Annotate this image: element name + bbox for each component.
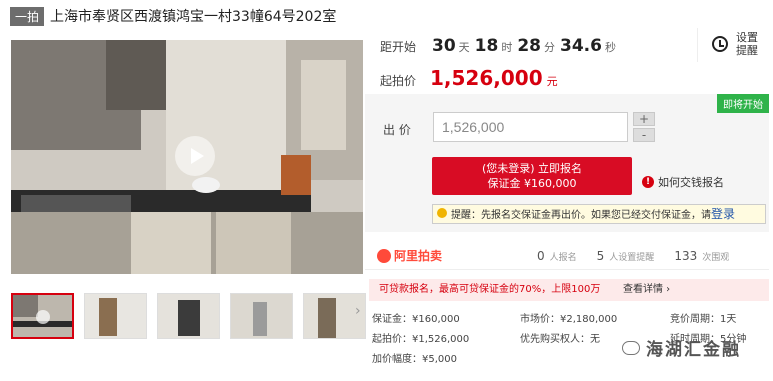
increase-bid-button[interactable]: + xyxy=(633,112,655,126)
views-count: 133 xyxy=(674,248,698,263)
logo-text: 阿里拍卖 xyxy=(394,249,443,263)
countdown: 距开始 30 天 18 时 28 分 34.6 秒 xyxy=(380,36,621,58)
starting-price-unit: 元 xyxy=(546,75,558,88)
countdown-days-unit: 天 xyxy=(458,41,470,54)
views-label: 次围观 xyxy=(702,252,730,263)
auction-round-badge: 一拍 xyxy=(10,6,45,26)
countdown-minutes: 28 xyxy=(517,36,542,56)
deposit-info: 保证金：¥160,000 xyxy=(372,314,460,325)
thumbnail-2[interactable] xyxy=(84,293,147,339)
lightbulb-icon xyxy=(437,208,447,218)
page-title: 上海市奉贤区西渡镇鸿宝一村33幢64号202室 xyxy=(50,9,337,25)
status-badge: 即将开始 xyxy=(717,94,769,113)
signup-button-line-2: 保证金 ¥160,000 xyxy=(487,177,577,190)
thumbnail-image xyxy=(85,294,146,338)
stats-bar: 阿里拍卖 0 人报名 5 人设置提醒 133 次围观 xyxy=(365,242,769,270)
thumbnail-1[interactable] xyxy=(11,293,74,339)
starting-price: 起拍价 1,526,000 元 xyxy=(380,66,558,90)
watermark-text: 海湖汇金融 xyxy=(646,340,741,360)
decrease-bid-button[interactable]: - xyxy=(633,128,655,142)
title-bar: 一拍 上海市奉贤区西渡镇鸿宝一村33幢64号202室 xyxy=(10,6,336,26)
views-stat: 133 次围观 xyxy=(674,249,729,263)
countdown-seconds-unit: 秒 xyxy=(604,41,616,54)
alarm-clock-icon xyxy=(712,36,728,52)
watermark: 海湖汇金融 xyxy=(622,335,741,360)
login-link[interactable]: 登录 xyxy=(711,207,735,221)
set-reminder-button[interactable]: 设置 提醒 xyxy=(697,28,767,62)
reminders-stat: 5 人设置提醒 xyxy=(597,249,655,263)
how-to-pay-text: 如何交钱报名 xyxy=(658,176,724,189)
countdown-minutes-unit: 分 xyxy=(544,41,556,54)
increment-info: 加价幅度：¥5,000 xyxy=(372,354,457,365)
property-photo[interactable] xyxy=(11,40,363,274)
bid-amount-input[interactable] xyxy=(433,112,628,142)
loan-notice: 可贷款报名，最高可贷保证金的70%，上限100万 查看详情 › xyxy=(369,279,769,301)
thumbnail-4[interactable] xyxy=(230,293,293,339)
reminder-line-1: 设置 xyxy=(736,31,758,44)
play-icon xyxy=(190,148,204,164)
ali-auction-icon xyxy=(377,248,391,263)
reminder-label: 设置 提醒 xyxy=(736,31,758,57)
countdown-label: 距开始 xyxy=(380,40,417,54)
start-price-info: 起拍价：¥1,526,000 xyxy=(372,334,470,345)
bidding-cycle-info: 竞价周期：1天 xyxy=(670,314,737,325)
ali-auction-logo: 阿里拍卖 xyxy=(377,247,517,264)
countdown-hours: 18 xyxy=(474,36,499,56)
chevron-right-icon[interactable]: › xyxy=(355,303,361,319)
reminder-line-2: 提醒 xyxy=(736,44,758,57)
wechat-icon xyxy=(622,340,640,355)
countdown-days: 30 xyxy=(432,36,456,56)
priority-buyer-info: 优先购买权人：无 xyxy=(520,334,600,345)
thumbnail-3[interactable] xyxy=(157,293,220,339)
signup-button[interactable]: (您未登录) 立即报名 保证金 ¥160,000 xyxy=(432,157,632,195)
starting-price-label: 起拍价 xyxy=(380,74,417,88)
loan-notice-text: 可贷款报名，最高可贷保证金的70%，上限100万 xyxy=(379,284,601,295)
thumbnail-image xyxy=(231,294,292,338)
bid-label: 出 价 xyxy=(383,123,411,137)
play-icon xyxy=(36,310,50,324)
login-tip: 提醒：先报名交保证金再出价。如果您已经交付保证金，请登录 xyxy=(432,204,766,224)
starting-price-value: 1,526,000 xyxy=(430,66,543,90)
countdown-seconds: 34.6 xyxy=(560,36,602,56)
reminders-label: 人设置提醒 xyxy=(609,252,655,263)
countdown-hours-unit: 时 xyxy=(501,41,513,54)
applicants-label: 人报名 xyxy=(549,252,577,263)
applicants-count: 0 xyxy=(537,248,545,263)
how-to-pay-link[interactable]: ! 如何交钱报名 xyxy=(642,174,724,190)
bid-panel: 即将开始 出 价 + - (您未登录) 立即报名 保证金 ¥160,000 ! … xyxy=(365,94,769,232)
market-price-info: 市场价：¥2,180,000 xyxy=(520,314,618,325)
signup-button-line-1: (您未登录) 立即报名 xyxy=(481,162,583,175)
auction-page: 一拍 上海市奉贤区西渡镇鸿宝一村33幢64号202室 › 距开始 30 天 18… xyxy=(0,0,773,381)
info-icon: ! xyxy=(642,176,654,188)
thumbnail-strip xyxy=(11,293,366,339)
reminders-count: 5 xyxy=(596,248,605,263)
applicants-stat: 0 人报名 xyxy=(537,249,577,263)
play-video-button[interactable] xyxy=(175,136,215,176)
tip-text: 提醒：先报名交保证金再出价。如果您已经交付保证金，请 xyxy=(451,210,711,221)
thumbnail-image xyxy=(158,294,219,338)
view-details-link[interactable]: 查看详情 › xyxy=(623,279,670,301)
